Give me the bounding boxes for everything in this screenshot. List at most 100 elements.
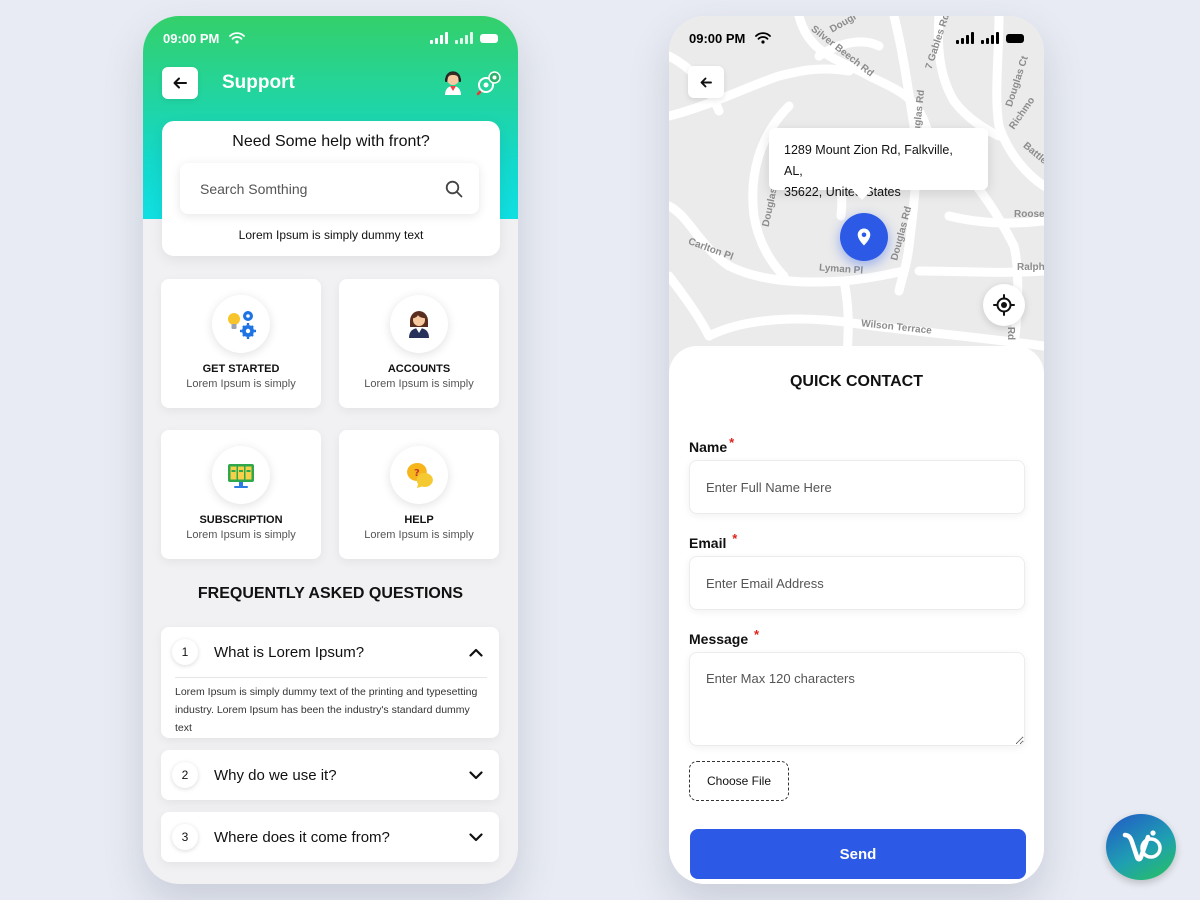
back-arrow-icon — [700, 77, 712, 87]
name-label: Name * — [689, 435, 734, 455]
tile-title: SUBSCRIPTION — [199, 514, 283, 526]
street-label: Roose — [1014, 209, 1044, 220]
logo-mark-icon — [1122, 830, 1162, 862]
tile-icon-circle — [212, 446, 270, 504]
status-bar: 09:00 PM — [669, 16, 1044, 60]
tile-accounts[interactable]: ACCOUNTS Lorem Ipsum is simply — [339, 279, 499, 408]
tile-subtitle: Lorem Ipsum is simply — [186, 378, 296, 390]
tile-subtitle: Lorem Ipsum is simply — [186, 529, 296, 541]
signal-icon-2 — [455, 32, 473, 44]
faq-header[interactable]: 1 What is Lorem Ipsum? — [161, 627, 499, 677]
agent-avatar-icon[interactable] — [442, 70, 464, 96]
faq-number: 1 — [172, 639, 198, 665]
help-search-card: Need Some help with front? Lorem Ipsum i… — [162, 121, 500, 256]
gears-bulb-icon — [228, 311, 256, 339]
user-icon — [409, 311, 429, 338]
address-line-1: 1289 Mount Zion Rd, Falkville, AL, — [784, 143, 953, 178]
battery-icon — [480, 33, 498, 43]
top-bar: Support — [162, 66, 502, 100]
tile-help[interactable]: ? HELP Lorem Ipsum is simply — [339, 430, 499, 559]
tile-subtitle: Lorem Ipsum is simply — [364, 529, 474, 541]
faq-number: 3 — [172, 824, 198, 850]
street-label: Lyman Pl — [818, 262, 864, 277]
email-field[interactable] — [689, 556, 1025, 610]
address-line-2: 35622, United States — [784, 185, 901, 199]
address-tooltip: 1289 Mount Zion Rd, Falkville, AL, 35622… — [769, 128, 988, 199]
tile-subscription[interactable]: SUBSCRIPTION Lorem Ipsum is simply — [161, 430, 321, 559]
crosshair-icon — [993, 294, 1015, 316]
faq-item[interactable]: 3 Where does it come from? — [161, 812, 499, 862]
street-label: Douglas Rd — [889, 205, 915, 262]
required-mark: * — [729, 435, 735, 450]
wifi-icon — [229, 32, 246, 44]
message-label-text: Message — [689, 631, 749, 647]
street-label: Wilson Terrace — [860, 318, 933, 337]
chat-question-icon: ? — [407, 462, 433, 488]
street-label: Battle — [1020, 140, 1044, 167]
name-field[interactable] — [689, 460, 1025, 514]
back-button[interactable] — [688, 66, 724, 98]
tile-title: GET STARTED — [202, 363, 280, 375]
search-icon[interactable] — [445, 180, 463, 198]
plans-screen-icon — [228, 464, 254, 488]
map-pin[interactable] — [840, 213, 888, 261]
tile-subtitle: Lorem Ipsum is simply — [364, 378, 474, 390]
signal-icon — [956, 32, 974, 44]
form-title: QUICK CONTACT — [789, 373, 924, 390]
tile-icon-circle — [212, 295, 270, 353]
help-subtitle: Lorem Ipsum is simply dummy text — [238, 228, 424, 242]
support-screen: 09:00 PM Support Need Some help with fro… — [143, 16, 518, 884]
tile-icon-circle — [390, 295, 448, 353]
faq-header[interactable]: 3 Where does it come from? — [161, 812, 499, 862]
search-input[interactable] — [200, 180, 445, 197]
faq-question: Why do we use it? — [214, 766, 337, 784]
required-mark: * — [754, 627, 760, 642]
message-label: Message * — [689, 627, 759, 647]
battery-icon — [1006, 33, 1024, 43]
send-button[interactable]: Send — [690, 829, 1026, 879]
name-label-text: Name — [689, 439, 728, 455]
faq-header[interactable]: 2 Why do we use it? — [161, 750, 499, 800]
contact-screen: Silver Beech Rd Dougl 7 Gables Rd Dougla… — [669, 16, 1044, 884]
brand-logo — [1106, 814, 1176, 880]
chevron-down-icon[interactable] — [465, 826, 487, 848]
faq-question: Where does it come from? — [214, 828, 390, 846]
wifi-icon — [755, 32, 772, 44]
faq-number: 2 — [172, 762, 198, 788]
choose-file-button[interactable]: Choose File — [689, 761, 789, 801]
help-question: Need Some help with front? — [232, 133, 430, 150]
status-time: 09:00 PM — [689, 30, 746, 46]
search-box — [180, 163, 479, 214]
settings-gear-icon[interactable] — [476, 70, 502, 96]
map-view[interactable]: Silver Beech Rd Dougl 7 Gables Rd Dougla… — [669, 16, 1044, 376]
message-field[interactable] — [689, 652, 1025, 746]
signal-icon-2 — [981, 32, 999, 44]
faq-answer: Lorem Ipsum is simply dummy text of the … — [175, 677, 487, 747]
status-bar: 09:00 PM — [143, 16, 518, 60]
page-title: Support — [222, 72, 295, 93]
tile-get-started[interactable]: GET STARTED Lorem Ipsum is simply — [161, 279, 321, 408]
chevron-down-icon[interactable] — [465, 764, 487, 786]
location-pin-icon — [857, 228, 871, 246]
faq-item[interactable]: 2 Why do we use it? — [161, 750, 499, 800]
tile-title: HELP — [404, 514, 434, 526]
tile-icon-circle: ? — [390, 446, 448, 504]
email-label-text: Email — [689, 535, 727, 551]
back-button[interactable] — [162, 67, 198, 99]
chevron-up-icon[interactable] — [465, 641, 487, 663]
svg-text:?: ? — [414, 468, 420, 479]
street-label: Ralph — [1017, 262, 1044, 273]
faq-item[interactable]: 1 What is Lorem Ipsum? Lorem Ipsum is si… — [161, 627, 499, 738]
status-time: 09:00 PM — [163, 30, 220, 46]
required-mark: * — [732, 531, 738, 546]
email-label: Email * — [689, 531, 737, 551]
faq-question: What is Lorem Ipsum? — [214, 643, 365, 661]
locate-me-button[interactable] — [983, 284, 1025, 326]
quick-contact-form: QUICK CONTACT Name* Email * Message * Ch… — [669, 346, 1044, 884]
street-label: Rd — [1005, 326, 1017, 341]
back-arrow-icon — [173, 77, 187, 89]
street-label: Carlton Pl — [686, 236, 735, 263]
tile-title: ACCOUNTS — [387, 363, 451, 375]
signal-icon — [430, 32, 448, 44]
faq-title: FREQUENTLY ASKED QUESTIONS — [197, 585, 464, 602]
